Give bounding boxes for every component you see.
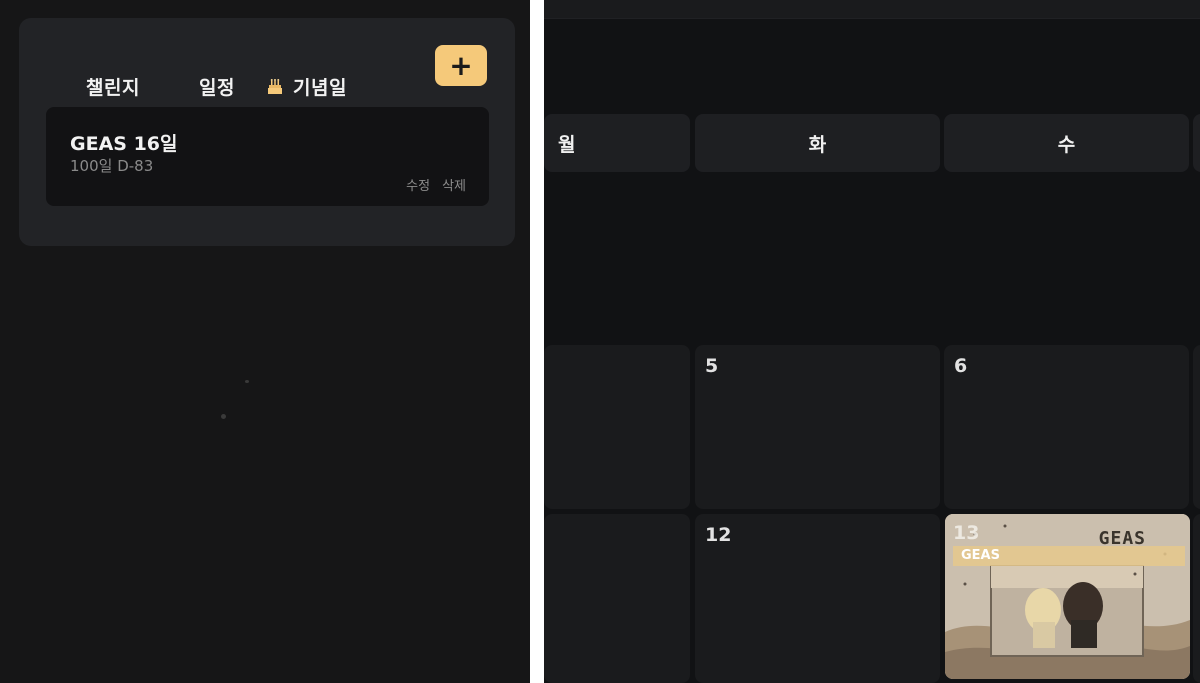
weekday-mon: 월 [544, 114, 690, 172]
day-number: 13 [953, 522, 980, 544]
edit-button[interactable]: 수정 [406, 175, 430, 194]
weekday-thu [1193, 114, 1200, 172]
event-countdown: 100일 D-83 [70, 157, 154, 175]
event-actions: 수정 삭제 [406, 175, 466, 194]
tab-challenge[interactable]: 챌린지 [86, 73, 140, 100]
calendar-day[interactable] [544, 514, 690, 683]
event-brand-logo: GEAS [1098, 528, 1146, 549]
anniversary-pane: 챌린지 일정 기념일 + GEAS 16일 100일 D-83 수정 삭제 [0, 0, 530, 683]
tab-anniversary-label: 기념일 [293, 77, 347, 99]
tab-anniversary[interactable]: 기념일 [265, 73, 347, 100]
add-button[interactable]: + [435, 45, 487, 86]
day-number: 5 [705, 355, 719, 377]
calendar-day[interactable] [1193, 345, 1200, 509]
calendar-day[interactable]: 12 [695, 514, 940, 683]
anniversary-list-item[interactable]: GEAS 16일 100일 D-83 수정 삭제 [46, 107, 489, 206]
calendar-day[interactable] [1193, 514, 1200, 683]
calendar-day[interactable]: 5 [695, 345, 940, 509]
weekday-tue: 화 [695, 114, 940, 172]
tab-schedule[interactable]: 일정 [199, 73, 235, 100]
day-number: 12 [705, 524, 732, 546]
event-title: GEAS 16일 [70, 133, 178, 155]
calendar-topbar [544, 0, 1200, 19]
cake-icon [268, 78, 282, 94]
calendar-day[interactable] [544, 345, 690, 509]
calendar-day[interactable]: 6 [944, 345, 1189, 509]
pane-divider [530, 0, 544, 683]
event-artwork-image [945, 514, 1190, 679]
event-badge: GEAS [961, 548, 1000, 563]
calendar-pane: 월 화 수 5 6 12 13 GEAS GEAS [544, 0, 1200, 683]
decor-dot [245, 380, 249, 383]
calendar-event-thumbnail[interactable]: 13 GEAS GEAS [945, 514, 1190, 679]
plus-icon: + [449, 48, 473, 82]
anniversary-card: 챌린지 일정 기념일 + GEAS 16일 100일 D-83 수정 삭제 [19, 18, 515, 246]
day-number: 6 [954, 355, 968, 377]
delete-button[interactable]: 삭제 [442, 175, 466, 194]
weekday-wed: 수 [944, 114, 1189, 172]
decor-dot [221, 414, 226, 419]
